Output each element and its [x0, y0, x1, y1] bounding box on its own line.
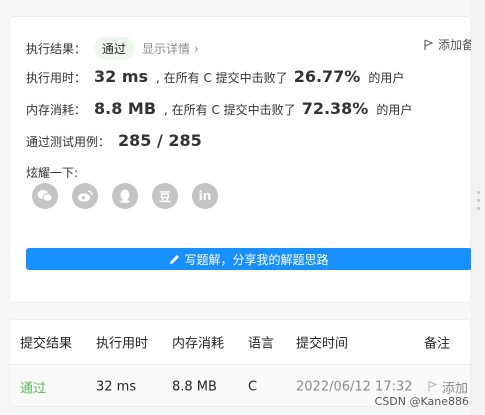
table-header: 提交结果 执行用时 内存消耗 语言 提交时间 备注 [10, 320, 470, 364]
scroll-grip-icon [475, 186, 481, 226]
share-label: 炫耀一下: [26, 166, 79, 180]
memory-label: 内存消耗： [26, 103, 87, 117]
row-note-label: 添加 [442, 381, 469, 396]
memory-percent: 72.38% [301, 99, 369, 118]
header-result: 提交结果 [20, 336, 73, 352]
memory-beat-text: , 在所有 C 提交中击败了 [164, 103, 296, 117]
qq-icon[interactable] [112, 183, 138, 209]
runtime-suffix: 的用户 [368, 71, 405, 85]
runtime-label: 执行用时： [26, 71, 87, 85]
runtime-row: 执行用时： 32 ms , 在所有 C 提交中击败了 26.77% 的用户 [26, 67, 404, 86]
row-runtime: 32 ms [96, 379, 137, 394]
show-detail-label: 显示详情 [142, 42, 191, 56]
runtime-percent: 26.77% [293, 67, 361, 86]
flag-icon [424, 38, 434, 50]
memory-row: 内存消耗： 8.8 MB , 在所有 C 提交中击败了 72.38% 的用户 [26, 99, 412, 118]
header-note: 备注 [424, 336, 451, 352]
flag-icon [428, 380, 438, 392]
watermark: CSDN @Kane886 [374, 395, 469, 408]
linkedin-icon[interactable]: in [192, 183, 218, 209]
submission-result-card: 执行结果： 通过 显示详情 › 添加备 执行用时： 32 ms , 在所有 C … [9, 16, 474, 303]
row-language: C [248, 379, 258, 394]
result-row: 执行结果： 通过 显示详情 › [26, 37, 199, 60]
header-language: 语言 [248, 336, 275, 352]
result-label: 执行结果： [26, 42, 87, 56]
write-solution-button[interactable]: 写题解，分享我的解题思路 [26, 248, 472, 270]
memory-value: 8.8 MB [94, 99, 157, 118]
vertical-scrollbar[interactable] [471, 0, 485, 415]
header-memory: 内存消耗 [172, 336, 225, 352]
pencil-icon [170, 254, 180, 264]
show-detail-link[interactable]: 显示详情 › [142, 40, 199, 57]
weibo-icon[interactable] [72, 183, 98, 209]
add-note-button[interactable]: 添加备 [424, 36, 474, 53]
write-solution-label: 写题解，分享我的解题思路 [184, 252, 329, 267]
runtime-beat-text: , 在所有 C 提交中击败了 [156, 71, 288, 85]
tests-label: 通过测试用例： [26, 135, 111, 149]
tests-row: 通过测试用例： 285 / 285 [26, 131, 202, 150]
add-note-label: 添加备 [437, 38, 474, 52]
runtime-value: 32 ms [94, 67, 149, 86]
wechat-icon[interactable] [32, 183, 58, 209]
chevron-right-icon: › [193, 42, 199, 56]
submissions-table: 提交结果 执行用时 内存消耗 语言 提交时间 备注 通过 32 ms 8.8 M… [9, 319, 471, 407]
status-badge: 通过 [94, 37, 135, 60]
memory-suffix: 的用户 [376, 103, 413, 117]
header-time: 提交时间 [296, 336, 349, 352]
share-icons: 豆 in [32, 183, 218, 209]
douban-icon[interactable]: 豆 [152, 183, 178, 209]
row-result-link[interactable]: 通过 [20, 377, 46, 396]
tests-value: 285 / 285 [118, 131, 202, 150]
row-time: 2022/06/12 17:32 [296, 379, 413, 394]
header-runtime: 执行用时 [96, 336, 149, 352]
row-memory: 8.8 MB [172, 379, 217, 394]
row-add-note-button[interactable]: 添加 [428, 377, 468, 396]
